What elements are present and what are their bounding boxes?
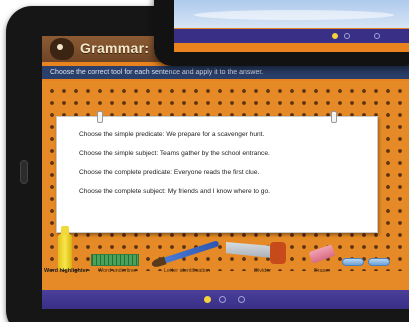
tablet-device-secondary [154,0,409,66]
tool-label-highlighter[interactable]: Word highlighter [44,268,88,274]
tool-label-underliner[interactable]: Word underliner [98,268,137,274]
page-dot-2[interactable] [219,296,226,303]
saw-handle-icon[interactable] [270,242,286,264]
secondary-page-dot-3[interactable] [374,33,380,39]
question-1[interactable]: Choose the simple predicate: We prepare … [79,125,367,144]
mascot-icon [50,38,74,60]
page-dot-3[interactable] [238,296,245,303]
secondary-screen [174,0,409,52]
tool-label-letter-id[interactable]: Letter identification [164,268,210,274]
tool-label-divider[interactable]: Divider [254,268,271,274]
secondary-page-navigation-bar [174,29,409,43]
question-4[interactable]: Choose the complete subject: My friends … [79,182,367,201]
page-dot-1[interactable] [204,296,211,303]
secondary-page-dot-1[interactable] [332,33,338,39]
tool-labels: Word highlighter Word underliner Letter … [42,268,409,278]
sky-background [174,0,409,28]
pill-button[interactable] [368,258,390,266]
highlighter-icon[interactable] [58,226,72,270]
question-3[interactable]: Choose the complete predicate: Everyone … [79,163,367,182]
worksheet-card: Choose the simple predicate: We prepare … [56,111,378,233]
tool-label-eraser[interactable]: Eraser [314,268,330,274]
ruler-icon[interactable] [91,254,139,266]
instruction-text: Choose the correct tool for each sentenc… [42,66,409,79]
page-navigation-bar [42,290,409,309]
pill-button[interactable] [342,258,364,266]
app-screen: Grammar: Sub Choose the correct tool for… [42,36,409,309]
clip-icon [97,111,103,123]
home-button[interactable] [20,160,28,184]
secondary-page-dot-2[interactable] [344,33,350,39]
clip-icon [331,111,337,123]
question-2[interactable]: Choose the simple subject: Teams gather … [79,144,367,163]
